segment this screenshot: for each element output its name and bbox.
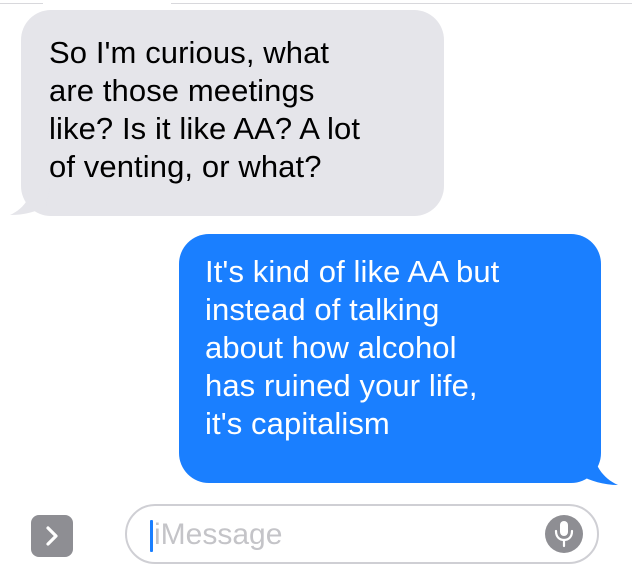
- expand-apps-button[interactable]: [31, 515, 73, 557]
- input-placeholder: iMessage: [154, 518, 283, 551]
- outgoing-message-bubble: It's kind of like AA but instead of talk…: [179, 234, 601, 483]
- incoming-message-bubble: So I'm curious, what are those meetings …: [21, 10, 444, 216]
- text-cursor: [150, 520, 153, 552]
- incoming-bubble-tail: [10, 180, 50, 215]
- top-divider-gap: [43, 0, 171, 6]
- chevron-right-icon: [46, 526, 58, 546]
- dictation-button[interactable]: [545, 515, 583, 553]
- outgoing-bubble-tail: [578, 448, 618, 485]
- imessage-input[interactable]: iMessage: [125, 504, 599, 564]
- microphone-icon: [554, 521, 574, 548]
